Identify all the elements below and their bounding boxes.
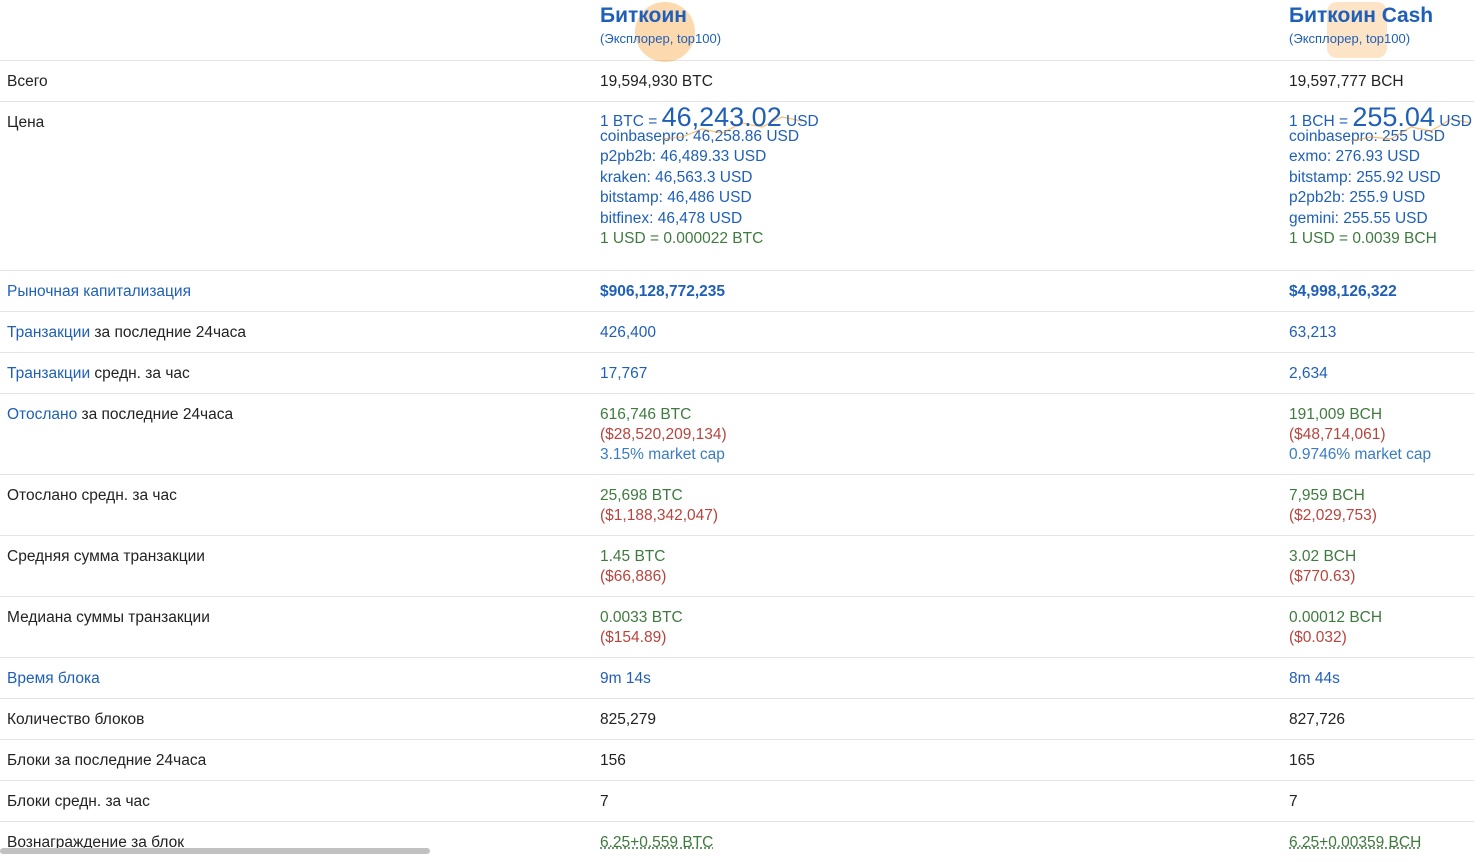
table-row-price: Цена 1 BTC = 46,243.02 USD coinbasepro: … <box>0 102 1474 271</box>
sent-link[interactable]: Отослано <box>7 406 77 423</box>
market-cap-link[interactable]: Рыночная капитализация <box>7 282 191 303</box>
sent24-btc: 616,746 BTC ($28,520,209,134) 3.15% mark… <box>600 406 727 463</box>
table-row-block-time: Время блока 9m 14s 8m 44s <box>0 658 1474 699</box>
row-label: Всего <box>7 73 48 90</box>
comparison-header: Биткоин (Эксплорер, top100) Биткоин Cash… <box>0 0 1474 62</box>
blocks-hour-bch: 7 <box>1289 793 1298 810</box>
exchange-price[interactable]: p2pb2b: 46,489.33 USD <box>600 147 819 168</box>
block-count-bch: 827,726 <box>1289 711 1346 728</box>
sent-hour-bch: 7,959 BCH ($2,029,753) <box>1289 487 1377 524</box>
explorer-link-btc[interactable]: Эксплорер <box>604 31 669 46</box>
coin-header-bch: Биткоин Cash (Эксплорер, top100) <box>1289 2 1433 58</box>
exchange-price[interactable]: gemini: 255.55 USD <box>1289 209 1472 230</box>
tx-hour-btc[interactable]: 17,767 <box>600 364 647 385</box>
median-tx-bch: 0.00012 BCH ($0.032) <box>1289 609 1383 646</box>
explorer-link-bch[interactable]: Эксплорер <box>1293 31 1358 46</box>
blocks24-bch: 165 <box>1289 752 1315 769</box>
tx24-btc[interactable]: 426,400 <box>600 323 656 344</box>
coin-title-btc[interactable]: Биткоин <box>600 4 721 28</box>
row-label: Отослано средн. за час <box>7 487 177 504</box>
row-label: Цена <box>7 114 45 131</box>
top100-link-btc[interactable]: top100 <box>677 31 717 46</box>
inverse-price-btc: 1 USD = 0.000022 BTC <box>600 230 764 247</box>
inverse-price-bch: 1 USD = 0.0039 BCH <box>1289 230 1437 247</box>
price-btc: 1 BTC = 46,243.02 USD coinbasepro: 46,25… <box>600 104 819 250</box>
sent24-bch: 191,009 BCH ($48,714,061) 0.9746% market… <box>1289 406 1432 463</box>
table-row-blocks-24h: Блоки за последние 24часа 156 165 <box>0 740 1474 781</box>
table-row-blocks-hour: Блоки средн. за час 7 7 <box>0 781 1474 822</box>
exchange-price[interactable]: exmo: 276.93 USD <box>1289 147 1472 168</box>
table-row-tx-hour: Транзакции средн. за час 17,767 2,634 <box>0 353 1474 394</box>
row-label: Количество блоков <box>7 711 145 728</box>
block-time-btc[interactable]: 9m 14s <box>600 669 651 690</box>
block-time-bch[interactable]: 8m 44s <box>1289 669 1340 690</box>
table-row-sent-hour: Отослано средн. за час 25,698 BTC ($1,18… <box>0 475 1474 536</box>
coin-title-bch[interactable]: Биткоин Cash <box>1289 4 1433 28</box>
tx-hour-bch[interactable]: 2,634 <box>1289 364 1328 385</box>
blocks24-btc: 156 <box>600 752 626 769</box>
horizontal-scrollbar[interactable] <box>0 848 430 854</box>
avg-tx-bch: 3.02 BCH ($770.63) <box>1289 548 1357 585</box>
exchange-price[interactable]: kraken: 46,563.3 USD <box>600 168 819 189</box>
row-label: Блоки за последние 24часа <box>7 752 207 769</box>
reward-btc[interactable]: 6.25+0.559 BTC <box>600 833 713 854</box>
exchange-price[interactable]: p2pb2b: 255.9 USD <box>1289 188 1472 209</box>
coin-links-btc: (Эксплорер, top100) <box>600 31 722 46</box>
price-bch: 1 BCH = 255.04 USD coinbasepro: 255 USD … <box>1289 104 1472 250</box>
price-value-btc: 46,243.02 <box>661 102 782 132</box>
table-row-total: Всего 19,594,930 BTC 19,597,777 BCH <box>0 61 1474 102</box>
row-label: Блоки средн. за час <box>7 793 150 810</box>
table-row-avg-tx: Средняя сумма транзакции 1.45 BTC ($66,8… <box>0 536 1474 597</box>
table-row-tx-24h: Транзакции за последние 24часа 426,400 6… <box>0 312 1474 353</box>
blocks-hour-btc: 7 <box>600 793 609 810</box>
transactions-link[interactable]: Транзакции <box>7 324 90 341</box>
reward-bch[interactable]: 6.25+0.00359 BCH <box>1289 833 1421 854</box>
row-label: Средняя сумма транзакции <box>7 548 205 565</box>
median-tx-btc: 0.0033 BTC ($154.89) <box>600 609 683 646</box>
block-count-btc: 825,279 <box>600 711 657 728</box>
total-btc: 19,594,930 BTC <box>600 73 713 90</box>
price-value-bch: 255.04 <box>1352 102 1435 132</box>
coin-links-bch: (Эксплорер, top100) <box>1289 31 1411 46</box>
avg-tx-btc: 1.45 BTC ($66,886) <box>600 548 667 585</box>
table-row-market-cap: Рыночная капитализация $906,128,772,235 … <box>0 271 1474 312</box>
table-row-median-tx: Медиана суммы транзакции 0.0033 BTC ($15… <box>0 597 1474 658</box>
market-cap-btc: $906,128,772,235 <box>600 283 725 300</box>
total-bch: 19,597,777 BCH <box>1289 73 1404 90</box>
exchange-price[interactable]: bitstamp: 255.92 USD <box>1289 168 1472 189</box>
transactions-link[interactable]: Транзакции <box>7 365 90 382</box>
exchange-price[interactable]: bitstamp: 46,486 USD <box>600 188 819 209</box>
top100-link-bch[interactable]: top100 <box>1366 31 1406 46</box>
table-row-block-count: Количество блоков 825,279 827,726 <box>0 699 1474 740</box>
market-cap-bch: $4,998,126,322 <box>1289 283 1397 300</box>
block-time-link[interactable]: Время блока <box>7 669 100 690</box>
tx24-bch[interactable]: 63,213 <box>1289 323 1336 344</box>
exchange-price[interactable]: bitfinex: 46,478 USD <box>600 209 819 230</box>
coin-header-btc: Биткоин (Эксплорер, top100) <box>600 2 722 62</box>
sent-hour-btc: 25,698 BTC ($1,188,342,047) <box>600 487 719 524</box>
table-row-sent-24h: Отослано за последние 24часа 616,746 BTC… <box>0 394 1474 475</box>
row-label: Медиана суммы транзакции <box>7 609 210 626</box>
table-row-block-reward: Вознаграждение за блок 6.25+0.559 BTC 6.… <box>0 822 1474 862</box>
